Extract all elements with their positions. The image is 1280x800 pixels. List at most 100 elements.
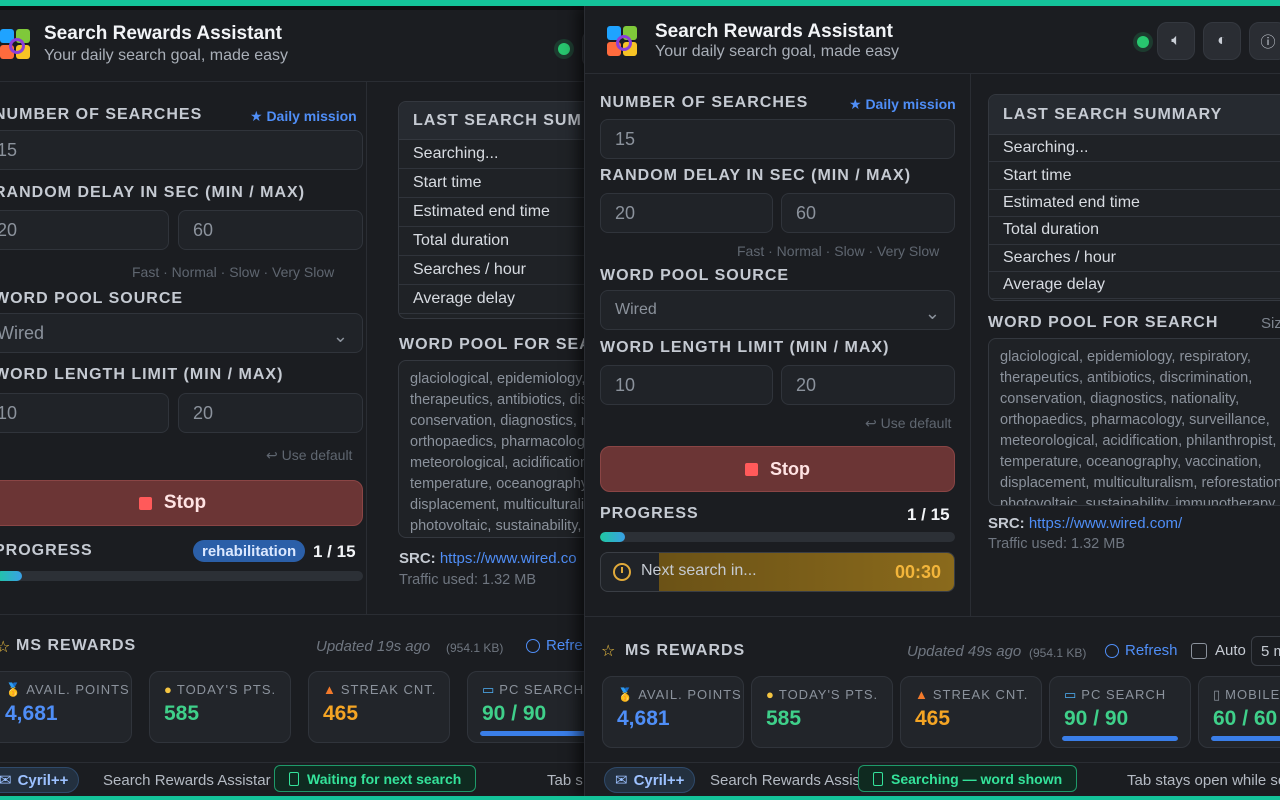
refresh-button[interactable]: Refresh [1105, 642, 1178, 659]
mail-icon: ✉ [615, 772, 628, 789]
author-name: Cyril++ [17, 771, 69, 789]
reward-card: ▲ STREAK CNT. 465 [308, 671, 450, 743]
delay-min-input[interactable]: 20 [0, 210, 169, 250]
progress-count: 1 / 15 [313, 542, 356, 561]
author-badge[interactable]: ✉ Cyril++ [0, 767, 80, 793]
word-min-input[interactable]: 10 [0, 393, 169, 433]
reward-card-label: ▲ STREAK CNT. [323, 682, 436, 697]
use-default-link[interactable]: ↩ Use default [865, 415, 951, 432]
rewards-size: (954.1 KB) [1029, 646, 1087, 660]
info-button[interactable]: ⓘ [1249, 22, 1280, 60]
palette-icon: ◐ [1217, 32, 1227, 49]
use-default-link[interactable]: ↩ Use default [266, 447, 352, 464]
phone-icon [289, 771, 299, 786]
auto-refresh-toggle[interactable]: Auto [1191, 642, 1246, 659]
stop-label: Stop [163, 492, 207, 513]
next-search-countdown: Next search in... 00:30 [600, 552, 955, 592]
source-link[interactable]: https://www.wired.com/ [1029, 515, 1182, 532]
reward-card-label: ● TODAY'S PTS. [766, 687, 878, 702]
summary-row: Average delay [989, 272, 1280, 300]
stop-icon [138, 496, 152, 510]
progress-fill [600, 532, 625, 542]
reward-card-value: 585 [164, 702, 200, 725]
stop-button[interactable]: Stop [0, 480, 363, 526]
auto-checkbox[interactable] [1191, 642, 1207, 659]
delay-max-input[interactable]: 60 [781, 193, 955, 233]
refresh-button[interactable]: Refre [526, 637, 583, 654]
summary-row: Total duration [989, 217, 1280, 245]
status-toast-waiting: Waiting for next search [274, 765, 477, 792]
source-link[interactable]: https://www.wired.co [440, 550, 577, 567]
pool-source-value: Wired [0, 322, 45, 343]
pool-title: WORD POOL FOR SEARCH [988, 314, 1219, 331]
searches-input[interactable]: 15 [0, 130, 363, 170]
pool-source-select[interactable]: Wired ⌄ [600, 290, 955, 330]
stop-label: Stop [770, 458, 810, 479]
reward-card: ▯ MOBILE 60 / 60 [1198, 676, 1280, 748]
medal-icon: 🥇 [617, 687, 635, 702]
mail-icon: ✉ [0, 772, 12, 789]
author-badge[interactable]: ✉ Cyril++ [604, 767, 696, 793]
pool-source-select[interactable]: Wired ⌄ [0, 313, 363, 353]
speaker-icon: 🔈︎ [1171, 32, 1181, 49]
app-title: Search Rewards Assistant [44, 23, 282, 44]
source-line: SRC: https://www.wired.co [399, 550, 577, 567]
fire-icon: ▲ [323, 682, 337, 697]
theme-button[interactable]: ◐ [1203, 22, 1241, 60]
clock-icon [613, 563, 631, 581]
word-max-input[interactable]: 20 [781, 365, 955, 405]
reward-card-value: 585 [766, 707, 802, 730]
reward-card-label: ▲ STREAK CNT. [915, 687, 1028, 702]
app-subtitle: Your daily search goal, made easy [655, 43, 899, 60]
traffic-used: Traffic used: 1.32 MB [988, 536, 1126, 552]
auto-interval-select[interactable]: 5 m [1251, 636, 1280, 666]
summary-title: LAST SEARCH SUMMARY [989, 95, 1280, 135]
delay-max-input[interactable]: 60 [178, 210, 363, 250]
reward-card-label-text: AVAIL. POINTS [26, 682, 130, 697]
status-dot-icon [558, 43, 570, 55]
word-max-input[interactable]: 20 [178, 393, 363, 433]
word-pool-box[interactable]: glaciological, epidemiology, respiratory… [988, 338, 1280, 506]
speed-hints: Fast · Normal · Slow · Very Slow [737, 243, 940, 259]
reward-card: ▭ PC SEARCH 90 / 90 [1049, 676, 1191, 748]
current-word-badge: rehabilitation [193, 540, 306, 562]
delay-min-input[interactable]: 20 [600, 193, 773, 233]
stop-button[interactable]: Stop [600, 446, 955, 492]
word-min-input[interactable]: 10 [600, 365, 773, 405]
daily-mission-link[interactable]: ★ Daily mission [849, 96, 956, 113]
source-label: SRC: [399, 550, 436, 567]
progress-bar [600, 532, 955, 542]
source-label: SRC: [988, 515, 1025, 532]
reward-card-label: 🥇 AVAIL. POINTS [5, 682, 130, 698]
summary-row-label: Searching... [413, 145, 499, 162]
next-search-time: 00:30 [894, 562, 941, 582]
reward-card: 🥇 AVAIL. POINTS 4,681 [0, 671, 132, 743]
word-length-label: WORD LENGTH LIMIT (MIN / MAX) [600, 339, 890, 356]
coin-icon: ● [164, 682, 173, 697]
reward-card-label-text: AVAIL. POINTS [638, 687, 742, 702]
summary-row-label: Total duration [1003, 221, 1100, 239]
summary-row-label: Start time [1003, 166, 1072, 184]
toast-text: Searching — word shown [891, 770, 1063, 787]
reward-card-value: 4,681 [617, 707, 670, 730]
refresh-icon [526, 638, 540, 653]
reward-card-label: 🥇 AVAIL. POINTS [617, 687, 742, 703]
delay-label: RANDOM DELAY IN SEC (MIN / MAX) [600, 167, 912, 184]
monitor-icon: ▭ [1064, 687, 1078, 702]
fire-icon: ▲ [915, 687, 929, 702]
reward-card-value: 90 / 90 [482, 702, 547, 725]
settings-column: NUMBER OF SEARCHES ★ Daily mission 15 RA… [0, 82, 367, 614]
daily-mission-link[interactable]: ★ Daily mission [250, 108, 357, 125]
reward-card-value: 465 [915, 707, 951, 730]
pool-source-value: Wired [615, 301, 657, 318]
progress-label: PROGRESS [0, 542, 93, 559]
sound-button[interactable]: 🔈︎ [1157, 22, 1195, 60]
reward-card-label-text: STREAK CNT. [340, 682, 437, 697]
summary-row-label: Average delay [413, 290, 515, 307]
reward-card-label-text: STREAK CNT. [932, 687, 1029, 702]
summary-row-label: Searches / hour [413, 261, 526, 278]
searches-input[interactable]: 15 [600, 119, 955, 159]
pool-size-label: Size [1261, 315, 1280, 332]
info-icon: ⓘ [1260, 33, 1276, 51]
speed-hints: Fast · Normal · Slow · Very Slow [132, 264, 335, 280]
